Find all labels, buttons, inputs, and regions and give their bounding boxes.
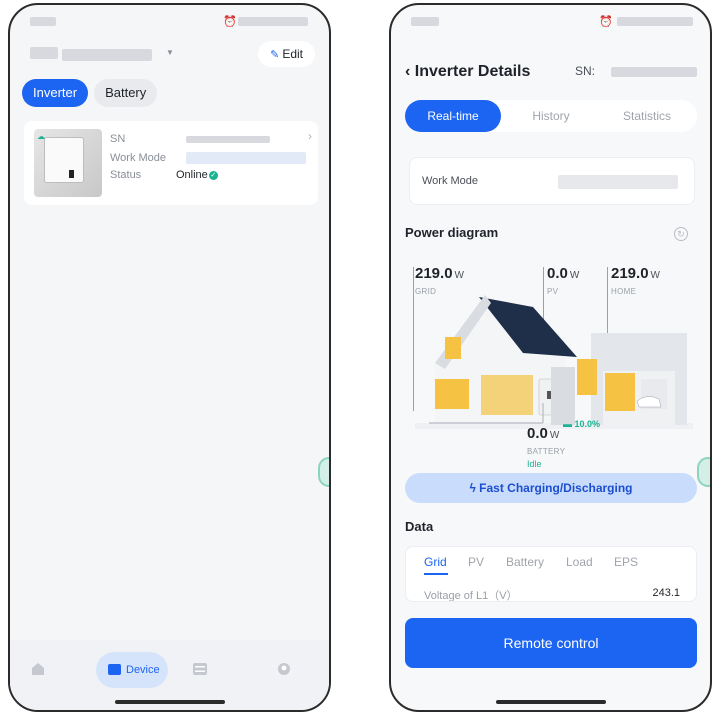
phone-inverter-details: ⏰ ‹ Inverter Details SN: Real-time Histo… bbox=[389, 3, 712, 712]
inverter-box bbox=[44, 137, 84, 183]
check-icon: ✓ bbox=[208, 170, 218, 180]
device-card[interactable]: ☁ SN Work Mode Status Online ✓ › bbox=[24, 121, 318, 205]
home-indicator bbox=[114, 700, 225, 704]
tab-realtime[interactable]: Real-time bbox=[405, 100, 501, 132]
phone-device-list: ⏰ ▼ ✎ Edit Inverter Battery ☁ SN Work Mode… bbox=[8, 3, 331, 712]
status-value: Online ✓ bbox=[176, 169, 218, 181]
floating-assistant-button[interactable] bbox=[697, 457, 710, 487]
site-name-redacted-2[interactable] bbox=[62, 49, 152, 61]
alarm-icon: ⏰ bbox=[223, 16, 237, 28]
inverter-image: ☁ bbox=[34, 129, 102, 197]
data-row-value: 243.1 bbox=[652, 587, 680, 599]
chevron-right-icon: › bbox=[308, 129, 312, 143]
grid-line bbox=[413, 267, 414, 411]
work-mode-value-redacted bbox=[558, 175, 678, 189]
profile-icon[interactable] bbox=[276, 662, 292, 676]
work-mode-label: Work Mode bbox=[422, 175, 479, 187]
status-icons-redacted bbox=[238, 17, 308, 26]
tab-history[interactable]: History bbox=[503, 100, 599, 132]
home-icon[interactable] bbox=[30, 662, 46, 676]
tab-inverter[interactable]: Inverter bbox=[22, 79, 89, 107]
data-tab-eps[interactable]: EPS bbox=[614, 555, 638, 569]
pencil-icon: ✎ bbox=[270, 49, 280, 61]
data-tab-load[interactable]: Load bbox=[566, 555, 593, 569]
battery-power-value: 0.0 W bbox=[527, 425, 560, 442]
home-indicator bbox=[495, 700, 606, 704]
tab-battery[interactable]: Battery bbox=[94, 79, 158, 107]
sn-value-redacted bbox=[186, 136, 270, 143]
device-type-tabs: Inverter Battery bbox=[22, 79, 163, 107]
work-mode-card[interactable]: Work Mode bbox=[409, 157, 695, 205]
cloud-icon: ☁ bbox=[37, 132, 45, 141]
refresh-icon[interactable]: ↻ bbox=[674, 227, 688, 241]
nav-device-label: Device bbox=[126, 664, 160, 676]
chevron-down-icon[interactable]: ▼ bbox=[166, 48, 174, 57]
data-title: Data bbox=[405, 519, 434, 534]
device-icon bbox=[108, 664, 121, 675]
power-diagram-title: Power diagram bbox=[405, 225, 499, 240]
sn-label: SN: bbox=[575, 64, 596, 78]
home-power-value: 219.0 W bbox=[611, 265, 660, 282]
pv-power-value: 0.0 W bbox=[547, 265, 580, 282]
nav-device[interactable]: Device bbox=[96, 652, 168, 688]
data-card: Grid PV Battery Load EPS Voltage of L1（V… bbox=[405, 546, 697, 602]
view-segments: Real-time History Statistics bbox=[405, 100, 697, 132]
sn-value-redacted bbox=[611, 67, 697, 77]
active-tab-indicator bbox=[424, 573, 448, 575]
lightning-icon: ϟ bbox=[469, 481, 480, 495]
header: ▼ ✎ Edit bbox=[10, 41, 329, 71]
grid-power-value: 219.0 W bbox=[415, 265, 464, 282]
data-row-label: Voltage of L1（V） bbox=[424, 590, 518, 602]
floating-assistant-button[interactable] bbox=[318, 457, 329, 487]
time-redacted bbox=[30, 17, 56, 26]
battery-label: BATTERY bbox=[527, 447, 566, 456]
data-tab-grid[interactable]: Grid bbox=[424, 555, 447, 569]
tab-statistics[interactable]: Statistics bbox=[599, 100, 695, 132]
battery-state: Idle bbox=[527, 459, 542, 469]
status-label: Status bbox=[110, 169, 142, 181]
status-bar: ⏰ bbox=[10, 15, 329, 29]
header: ‹ Inverter Details SN: bbox=[405, 61, 697, 83]
sn-label: SN bbox=[110, 133, 126, 145]
status-bar: ⏰ bbox=[391, 15, 710, 29]
settings-sliders-icon[interactable] bbox=[192, 662, 208, 676]
house-illustration bbox=[415, 295, 693, 429]
alarm-icon: ⏰ bbox=[599, 16, 613, 28]
work-mode-value-redacted bbox=[186, 152, 306, 164]
data-tab-battery[interactable]: Battery bbox=[506, 555, 544, 569]
time-redacted bbox=[411, 17, 439, 26]
site-name-redacted[interactable] bbox=[30, 47, 58, 59]
bottom-nav: Device bbox=[10, 640, 329, 710]
data-tab-pv[interactable]: PV bbox=[468, 555, 484, 569]
battery-icon: ▬ bbox=[563, 419, 575, 429]
fast-charging-button[interactable]: ϟ Fast Charging/Discharging bbox=[405, 473, 697, 503]
edit-button[interactable]: ✎ Edit bbox=[258, 41, 315, 67]
back-icon[interactable]: ‹ bbox=[405, 63, 415, 80]
status-icons-redacted bbox=[617, 17, 693, 26]
work-mode-label: Work Mode bbox=[110, 152, 167, 164]
remote-control-button[interactable]: Remote control bbox=[405, 618, 697, 668]
battery-soc: ▬ 10.0% bbox=[563, 419, 601, 429]
